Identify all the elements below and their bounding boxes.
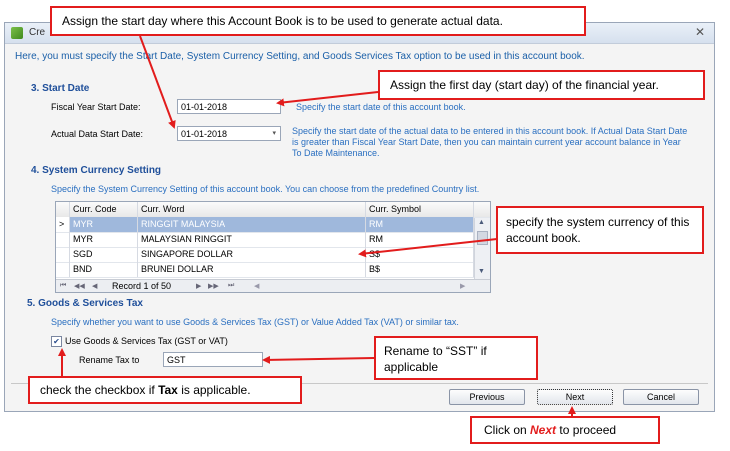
arrow-to-rename-input [262,355,375,364]
callout-next-prefix: Click on [484,423,531,437]
arrow-to-currency-grid [358,238,498,258]
callout-next: Click on Next to proceed [470,416,660,444]
callout-currency: specify the system currency of this acco… [496,206,704,254]
callout-checkbox-bold: Tax [158,383,178,397]
callout-next-suffix: to proceed [556,423,617,437]
arrow-to-actual-date [139,35,176,129]
arrow-to-fiscal-date [276,91,379,107]
callout-rename: Rename to “SST” if applicable [374,336,538,380]
callout-checkbox: check the checkbox if Tax is applicable. [28,376,302,404]
callout-next-bold: Next [530,423,557,437]
callout-first-day: Assign the first day (start day) of the … [378,70,705,100]
callout-start-day: Assign the start day where this Account … [50,6,586,36]
callout-checkbox-prefix: check the checkbox if [40,383,159,397]
callout-checkbox-suffix: is applicable. [177,383,251,397]
